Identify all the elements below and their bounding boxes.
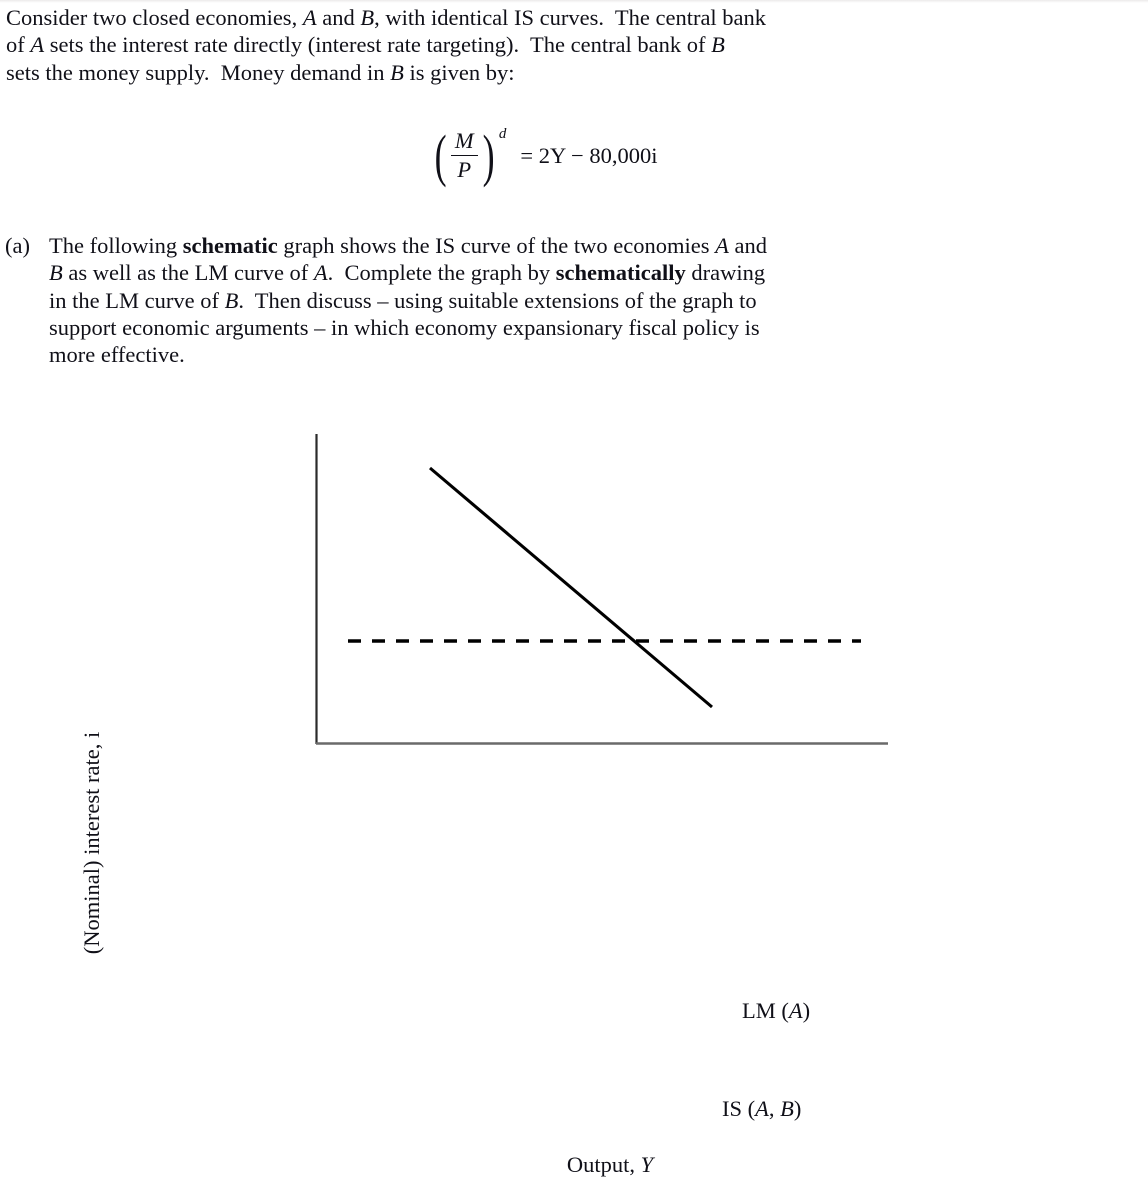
part-a-line-5: more effective. — [49, 342, 185, 368]
part-a-line-4: support economic arguments – in which ec… — [49, 314, 760, 340]
question-part-a: (a) The following schematic graph shows … — [5, 232, 1096, 368]
equation-denominator: P — [457, 157, 472, 183]
lm-curve-label: LM (A) — [742, 998, 811, 1023]
intro-line-2: of A sets the interest rate directly (in… — [6, 32, 725, 58]
equation-superscript: d — [498, 126, 507, 142]
x-axis-label: Output, Y — [566, 1152, 654, 1177]
money-demand-equation: ( M P ) d = 2Y − 80,000i — [0, 122, 1148, 200]
page-top-edge — [0, 0, 1148, 3]
part-a-line-1: The following schematic graph shows the … — [49, 233, 767, 258]
intro-line-1: Consider two closed economies, A and B, … — [6, 5, 767, 30]
equation-right-paren: ) — [482, 122, 495, 188]
is-lm-schematic-graph: (Nominal) interest rate, i Output, Y LM … — [0, 400, 1148, 1177]
equation-left-paren: ( — [434, 122, 447, 188]
intro-paragraph: Consider two closed economies, A and B, … — [6, 4, 1096, 86]
equation-numerator: M — [454, 128, 474, 153]
part-a-line-3: in the LM curve of B. Then discuss – usi… — [49, 287, 757, 313]
part-a-body: The following schematic graph shows the … — [49, 232, 1096, 368]
is-curve-label: IS (A, B) — [722, 1096, 802, 1121]
equation-right-hand-side: = 2Y − 80,000i — [520, 142, 658, 168]
part-a-line-2: B as well as the LM curve of A. Complete… — [49, 260, 766, 286]
equation-fraction: M P — [450, 128, 478, 183]
is-curve-ab — [428, 466, 714, 709]
intro-line-3: sets the money supply. Money demand in B… — [6, 59, 515, 85]
y-axis-label: (Nominal) interest rate, i — [79, 731, 104, 955]
plot-canvas — [315, 434, 888, 745]
part-a-label: (a) — [5, 233, 30, 258]
